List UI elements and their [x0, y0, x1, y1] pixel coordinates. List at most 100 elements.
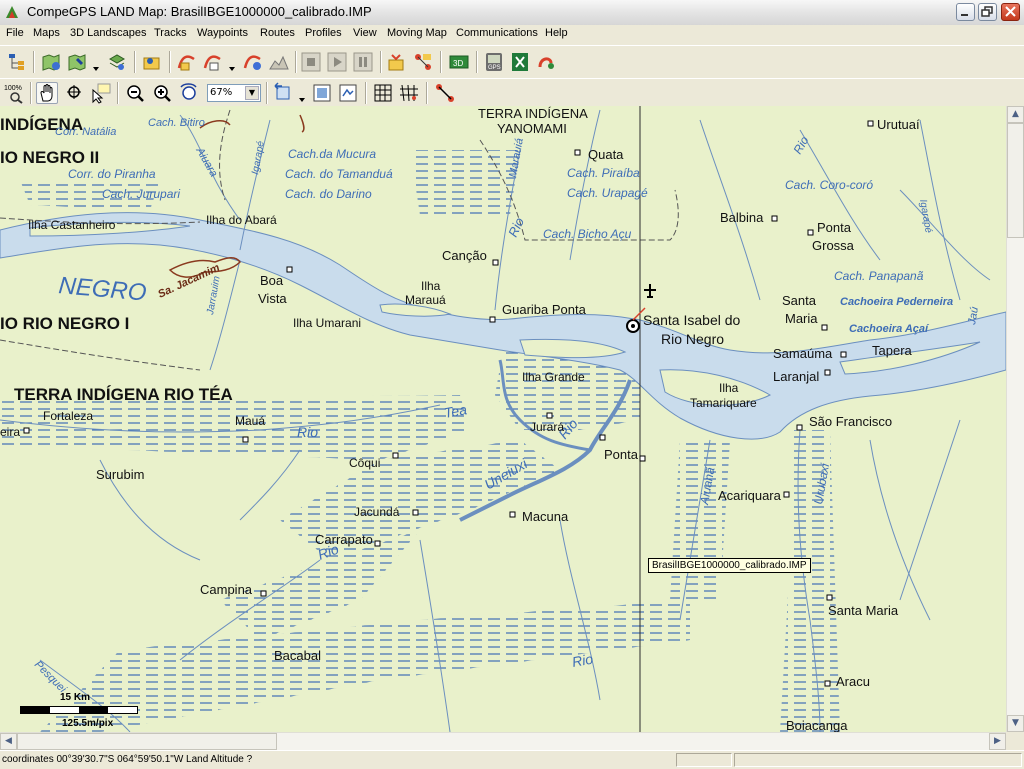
svg-text:3D: 3D: [453, 59, 463, 68]
window-title: CompeGPS LAND Map: BrasilIBGE1000000_cal…: [27, 4, 372, 19]
label-boa-vista-1: Boa: [260, 273, 284, 288]
profile-button[interactable]: [268, 51, 290, 73]
label-cach-mucura: Cach.da Mucura: [288, 147, 376, 161]
menu-tracks[interactable]: Tracks: [154, 27, 187, 39]
menu-communications[interactable]: Communications: [456, 27, 538, 39]
label-terra-indigena-yanomami-1: TERRA INDÍGENA: [478, 106, 588, 121]
pan-tool-button[interactable]: [36, 82, 58, 104]
track-options-dropdown[interactable]: [228, 58, 236, 71]
menu-3d-landscapes[interactable]: 3D Landscapes: [70, 27, 146, 39]
title-bar: CompeGPS LAND Map: BrasilIBGE1000000_cal…: [0, 0, 1024, 26]
label-carrapato: Carrapato: [315, 532, 373, 547]
data-explorer-button[interactable]: [6, 51, 28, 73]
grid-button[interactable]: [372, 82, 394, 104]
label-rio-negro-i: IO RIO NEGRO I: [0, 314, 129, 333]
map-frame-button[interactable]: [311, 82, 333, 104]
open-map-button[interactable]: [40, 51, 62, 73]
menu-profiles[interactable]: Profiles: [305, 27, 342, 39]
label-aracu: Aracu: [836, 674, 870, 689]
excel-export-button[interactable]: [509, 51, 531, 73]
map-window-button[interactable]: [337, 82, 359, 104]
map-options-button[interactable]: [66, 51, 88, 73]
open-track-button[interactable]: [176, 51, 198, 73]
zoom-fit-button[interactable]: [178, 82, 200, 104]
rotate-dropdown[interactable]: [298, 89, 306, 102]
menu-waypoints[interactable]: Waypoints: [197, 27, 248, 39]
zoom-out-button[interactable]: [124, 82, 146, 104]
scroll-up-button[interactable]: ▲: [1007, 106, 1024, 123]
label-cachoeira-acai: Cachoeira Açaí: [849, 323, 930, 335]
route-icon: [388, 54, 404, 71]
zoom-level-select[interactable]: 67% ▼: [207, 84, 261, 102]
status-panel: [734, 753, 1022, 767]
main-toolbar: 3D GPS: [0, 45, 1024, 79]
status-panel: [676, 753, 732, 767]
minimize-button[interactable]: [956, 3, 975, 21]
pause-button[interactable]: [352, 51, 374, 73]
map-settings-icon: [68, 54, 86, 71]
scale-distance: 15 Km: [60, 692, 91, 703]
menu-file[interactable]: File: [6, 27, 24, 39]
chevron-down-icon[interactable]: ▼: [245, 86, 259, 100]
close-icon: [1005, 6, 1016, 17]
zoom-tool-button[interactable]: [64, 82, 86, 104]
label-terra-indigena-rio-tea: TERRA INDÍGENA RIO TÉA: [14, 385, 233, 404]
menu-moving-map[interactable]: Moving Map: [387, 27, 447, 39]
label-rio-negro-ii: IO NEGRO II: [0, 148, 99, 167]
svg-text:100%: 100%: [4, 85, 22, 92]
label-jacunda: Jacundá: [354, 505, 400, 519]
horizontal-scroll-thumb[interactable]: [17, 733, 277, 750]
zoom-in-button[interactable]: [151, 82, 173, 104]
label-cach-piraiba: Cach. Piraíba: [567, 166, 640, 180]
connect-button[interactable]: [535, 51, 557, 73]
scroll-left-button[interactable]: ◀: [0, 733, 17, 750]
play-button[interactable]: [326, 51, 348, 73]
map-canvas[interactable]: INDÍGENA IO NEGRO II TERRA INDÍGENA YANO…: [0, 106, 1006, 732]
label-campina: Campina: [200, 582, 253, 597]
waypoints-file-button[interactable]: [141, 51, 163, 73]
grid-icon: [374, 84, 392, 102]
label-corr-piranha: Corr. do Piranha: [68, 167, 156, 181]
zoom-fit-icon: [180, 83, 197, 100]
track-tools-button[interactable]: [242, 51, 264, 73]
scroll-down-button[interactable]: ▼: [1007, 715, 1024, 732]
track-options-button[interactable]: [202, 51, 224, 73]
map-layers-icon: [108, 54, 126, 70]
track-edit-icon: [243, 55, 261, 70]
stop-button[interactable]: [300, 51, 322, 73]
grid-skew-icon: [400, 84, 418, 102]
menu-view[interactable]: View: [353, 27, 377, 39]
utm-grid-button[interactable]: [398, 82, 420, 104]
label-boa-vista-2: Vista: [258, 291, 287, 306]
measure-icon: [436, 84, 454, 102]
close-button[interactable]: [1001, 3, 1020, 21]
select-tool-button[interactable]: [90, 82, 112, 104]
label-santa-maria-1: Santa: [782, 293, 817, 308]
rotate-map-button[interactable]: [272, 82, 294, 104]
route-options-button[interactable]: [412, 51, 434, 73]
menu-help[interactable]: Help: [545, 27, 568, 39]
gps-button[interactable]: GPS: [483, 51, 505, 73]
scale-graphic: [20, 706, 138, 714]
measure-button[interactable]: [434, 82, 456, 104]
3d-button[interactable]: 3D: [448, 51, 470, 73]
label-santa-isabel-2: Rio Negro: [661, 331, 724, 347]
label-cach-panapana: Cach. Panapanã: [834, 269, 924, 283]
menu-routes[interactable]: Routes: [260, 27, 295, 39]
map-view[interactable]: INDÍGENA IO NEGRO II TERRA INDÍGENA YANO…: [0, 106, 1006, 732]
route-settings-icon: [415, 54, 431, 70]
tree-icon: [9, 54, 24, 70]
restore-button[interactable]: [978, 3, 997, 21]
vertical-scrollbar[interactable]: ▲ ▼: [1006, 106, 1024, 732]
zoom-100-button[interactable]: 100%: [4, 82, 26, 104]
open-route-button[interactable]: [386, 51, 408, 73]
map-options-dropdown[interactable]: [92, 58, 100, 71]
map-tools-button[interactable]: [106, 51, 128, 73]
vertical-scroll-thumb[interactable]: [1007, 123, 1024, 238]
horizontal-scrollbar[interactable]: ◀ ▶: [0, 732, 1006, 751]
menu-maps[interactable]: Maps: [33, 27, 60, 39]
map-open-icon: [42, 54, 60, 71]
3d-view-icon: 3D: [449, 55, 469, 69]
scroll-right-button[interactable]: ▶: [989, 733, 1006, 750]
label-fortaleza: Fortaleza: [43, 409, 93, 423]
